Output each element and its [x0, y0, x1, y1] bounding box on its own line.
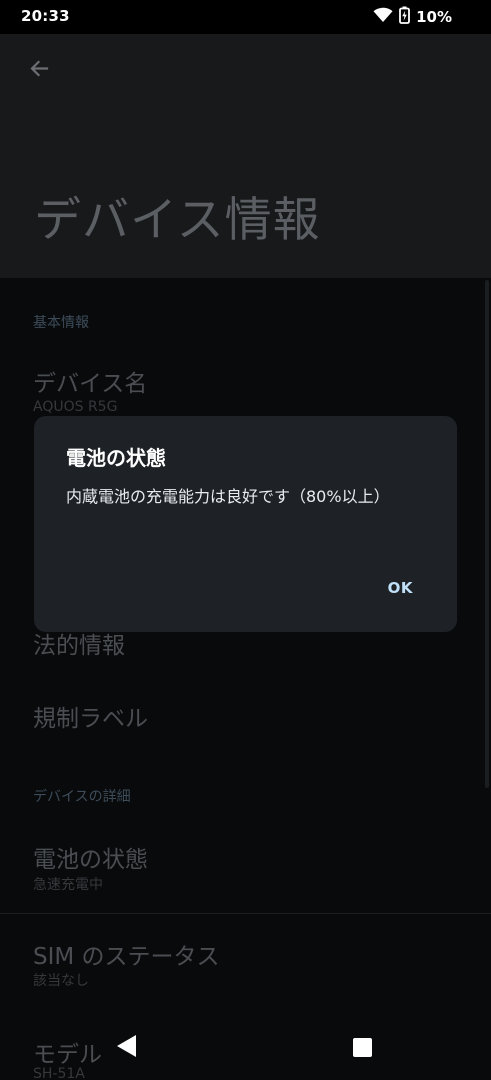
- dialog-message: 内蔵電池の充電能力は良好です（80%以上）: [66, 487, 390, 506]
- sim-status-title: SIM のステータス: [33, 944, 220, 970]
- battery-charging-icon: [399, 6, 410, 28]
- nav-recents-icon[interactable]: [353, 1038, 372, 1057]
- wifi-icon: [373, 7, 393, 27]
- device-name-title: デバイス名: [33, 371, 148, 397]
- back-arrow-icon: [27, 57, 51, 85]
- navigation-bar: [0, 1012, 491, 1080]
- section-header-device-details: デバイスの詳細: [33, 789, 131, 805]
- device-info-screen: 20:33 10% デバイス情報 基本情報 デバイス名 AQUOS R5G 法的…: [0, 0, 491, 1080]
- back-button[interactable]: [22, 54, 56, 88]
- scrollbar[interactable]: [485, 280, 489, 788]
- app-header: デバイス情報: [0, 34, 491, 278]
- section-header-basic-info: 基本情報: [33, 315, 89, 331]
- settings-list[interactable]: 基本情報 デバイス名 AQUOS R5G 法的情報 規制ラベル デバイスの詳細 …: [0, 278, 491, 1080]
- nav-back-icon[interactable]: [116, 1034, 138, 1062]
- status-indicators: 10%: [373, 6, 452, 28]
- ok-button[interactable]: OK: [388, 579, 413, 597]
- device-name-summary: AQUOS R5G: [33, 399, 118, 415]
- dialog-title: 電池の状態: [66, 446, 166, 470]
- regulatory-labels-title: 規制ラベル: [33, 706, 148, 732]
- divider: [0, 913, 491, 914]
- battery-percent: 10%: [416, 8, 452, 26]
- battery-status-summary: 急速充電中: [33, 877, 103, 893]
- page-title: デバイス情報: [34, 193, 321, 248]
- status-time: 20:33: [21, 7, 70, 25]
- status-bar: 20:33 10%: [0, 0, 491, 34]
- battery-status-dialog: 電池の状態 内蔵電池の充電能力は良好です（80%以上） OK: [34, 416, 457, 632]
- battery-status-title: 電池の状態: [33, 847, 148, 873]
- sim-status-summary: 該当なし: [33, 973, 89, 989]
